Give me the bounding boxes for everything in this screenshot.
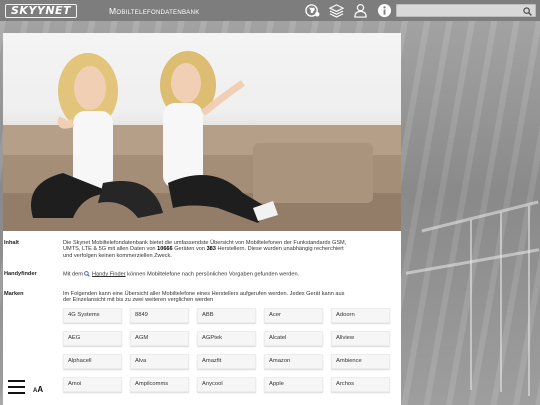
user-icon[interactable] (353, 3, 368, 18)
brand-button[interactable]: Anycool (197, 377, 256, 392)
device-count: 10666 (157, 246, 173, 253)
layers-icon[interactable] (329, 3, 344, 18)
section-text-marken: Im Folgenden kann eine Übersicht aller M… (63, 291, 345, 304)
font-size-toggle[interactable]: AA (33, 385, 43, 394)
brand-button[interactable]: Amazfit (197, 354, 256, 369)
section-label-marken: Marken (4, 291, 24, 297)
search-icon[interactable] (523, 7, 532, 16)
search-box (396, 4, 536, 21)
brand-button[interactable]: Ampilcomms (130, 377, 189, 392)
brand-button[interactable]: Amazon (264, 354, 323, 369)
hamburger-menu-icon[interactable] (8, 380, 25, 394)
search-icon (84, 271, 91, 277)
section-text-handyfinder: Mit dem Handy Finder können Mobiltelefon… (63, 271, 353, 278)
brand-button[interactable]: Alva (130, 354, 189, 369)
brand-button[interactable]: AEG (63, 331, 122, 346)
logo[interactable]: SKYYNET (5, 3, 77, 18)
handy-finder-link[interactable]: Handy Finder (92, 271, 126, 277)
section-text-inhalt: Die Skynet Mobiltelefondatenbank bietet … (63, 240, 353, 259)
brand-button[interactable]: Allview (331, 331, 390, 346)
brand-grid: 4G Systems 8849 ABB Acer Adoorn AEG AGM … (63, 308, 393, 392)
handyfinder-text-before: Mit dem (63, 271, 85, 278)
brand-button[interactable]: ABB (197, 308, 256, 323)
section-label-inhalt: Inhalt (4, 240, 19, 246)
brand-button[interactable]: AGM (130, 331, 189, 346)
section-label-handyfinder: Handyfinder (4, 271, 37, 277)
manufacturer-count: 383 (206, 246, 216, 253)
brand-button[interactable]: Acer (264, 308, 323, 323)
brand-button[interactable]: Archos (331, 377, 390, 392)
brand-button[interactable]: Amoi (63, 377, 122, 392)
globe-icon[interactable] (305, 3, 320, 18)
brand-button[interactable]: 4G Systems (63, 308, 122, 323)
font-size-large[interactable]: A (37, 385, 43, 394)
brand-button[interactable]: Apple (264, 377, 323, 392)
search-input[interactable] (397, 10, 521, 21)
brand-button[interactable]: Adoorn (331, 308, 390, 323)
hero-photo (3, 51, 401, 231)
hero-image (3, 33, 401, 231)
inhalt-text-middle: Geräten von (172, 246, 207, 253)
brand-button[interactable]: 8849 (130, 308, 189, 323)
brand-button[interactable]: Alphacell (63, 354, 122, 369)
app-title: Mobiltelefondatenbank (109, 5, 200, 16)
content-panel: Inhalt Die Skynet Mobiltelefondatenbank … (3, 33, 401, 405)
info-icon[interactable] (377, 3, 392, 18)
header-icons (305, 3, 392, 18)
brand-button[interactable]: AGPtek (197, 331, 256, 346)
brand-button[interactable]: Alcatel (264, 331, 323, 346)
brand-button[interactable]: Ambience (331, 354, 390, 369)
handyfinder-text-after: können Mobiltelefone nach persönlichen V… (125, 271, 300, 278)
